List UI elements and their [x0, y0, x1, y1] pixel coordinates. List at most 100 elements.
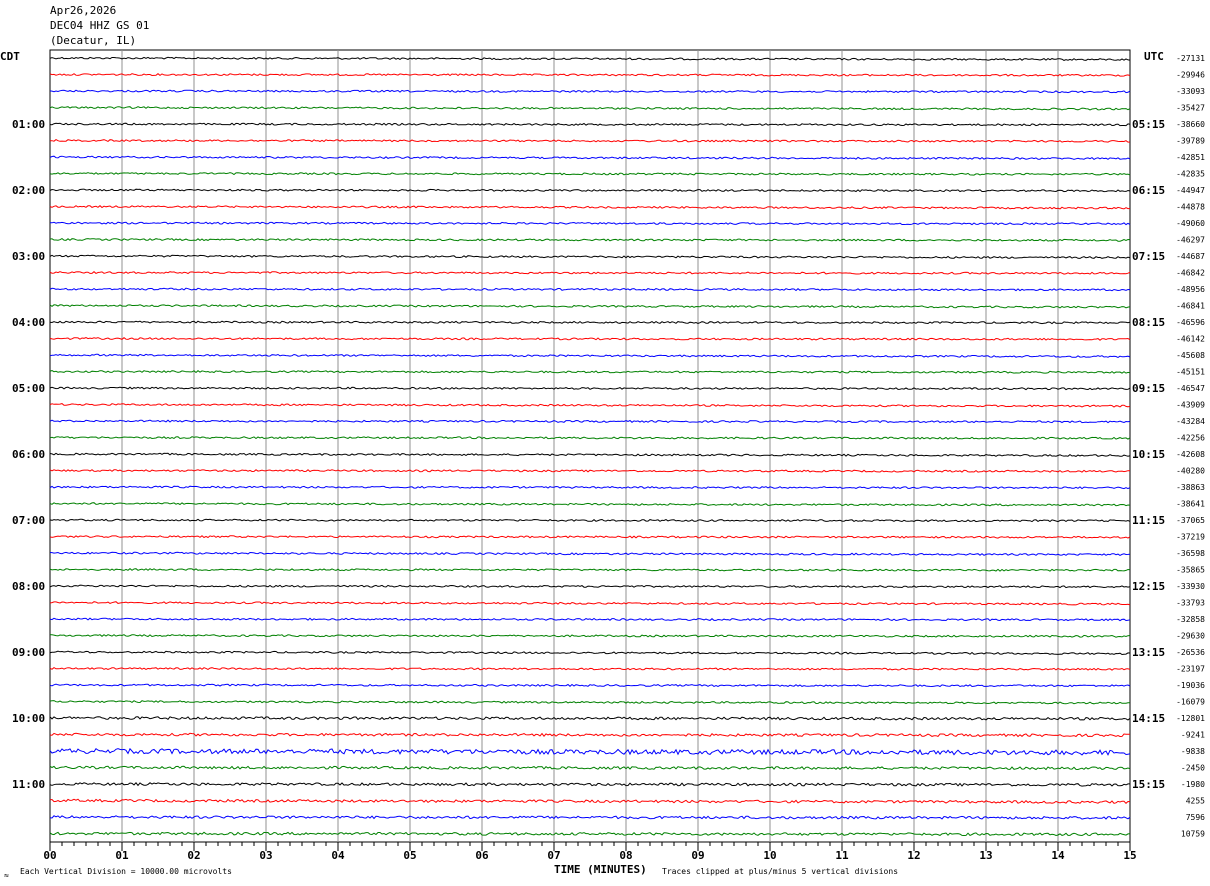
seismic-trace [49, 287, 1131, 292]
trace-offset-label: -16079 [1176, 698, 1205, 707]
seismic-trace [49, 732, 1130, 738]
trace-offset-label: 7596 [1186, 813, 1205, 822]
seismic-trace [49, 320, 1131, 325]
x-tick-label: 02 [187, 849, 200, 862]
seismic-trace [49, 666, 1131, 671]
seismic-trace [49, 386, 1131, 391]
seismic-trace [49, 601, 1131, 606]
seismic-trace [49, 205, 1130, 210]
trace-offset-label: 10759 [1181, 830, 1205, 839]
seismic-trace [49, 238, 1131, 242]
seismic-trace [49, 502, 1131, 507]
trace-offset-label: -37219 [1176, 533, 1205, 542]
seismic-trace [49, 419, 1131, 424]
trace-offset-label: -44687 [1176, 252, 1205, 261]
x-tick-label: 13 [979, 849, 992, 862]
utc-hour-label: 09:15 [1132, 382, 1165, 395]
seismic-trace [49, 747, 1131, 756]
seismic-trace [49, 106, 1131, 111]
trace-offset-label: -1980 [1181, 780, 1205, 789]
x-tick-label: 11 [835, 849, 849, 862]
seismic-trace [49, 304, 1131, 309]
seismic-trace [49, 782, 1130, 787]
trace-offset-label: -39789 [1176, 137, 1205, 146]
utc-hour-label: 08:15 [1132, 316, 1165, 329]
trace-offset-label: -33093 [1176, 87, 1205, 96]
utc-hour-label: 12:15 [1132, 580, 1165, 593]
seismic-trace [49, 700, 1131, 705]
trace-offset-label: -33930 [1176, 582, 1205, 591]
trace-offset-label: -32858 [1176, 615, 1205, 624]
utc-hour-label: 13:15 [1132, 646, 1165, 659]
trace-offset-label: -46596 [1176, 318, 1205, 327]
trace-offset-label: -46297 [1176, 236, 1205, 245]
x-axis-label: TIME (MINUTES) [554, 863, 647, 876]
trace-offset-label: -38641 [1176, 500, 1205, 509]
trace-offset-label: -46547 [1176, 384, 1205, 393]
trace-offset-label: -36598 [1176, 549, 1205, 558]
seismic-trace [49, 469, 1131, 473]
seismic-trace [49, 353, 1131, 358]
utc-hour-label: 15:15 [1132, 778, 1165, 791]
cdt-hour-label: 09:00 [12, 646, 45, 659]
trace-offset-label: -48956 [1176, 285, 1205, 294]
utc-hour-label: 10:15 [1132, 448, 1165, 461]
x-tick-label: 14 [1051, 849, 1065, 862]
seismic-trace [49, 172, 1131, 176]
trace-offset-label: -38863 [1176, 483, 1205, 492]
utc-hour-label: 14:15 [1132, 712, 1165, 725]
seismic-trace [49, 584, 1131, 589]
x-tick-label: 05 [403, 849, 416, 862]
cdt-hour-label: 11:00 [12, 778, 45, 791]
trace-offset-label: -43284 [1176, 417, 1205, 426]
cdt-hour-label: 05:00 [12, 382, 45, 395]
utc-hour-label: 07:15 [1132, 250, 1165, 263]
trace-offset-label: -23197 [1176, 665, 1205, 674]
trace-offset-label: -44878 [1176, 203, 1205, 212]
seismic-trace [49, 535, 1131, 539]
seismic-trace [49, 56, 1131, 61]
seismic-trace [49, 370, 1131, 374]
seismic-trace [49, 155, 1131, 161]
trace-offset-label: -33793 [1176, 599, 1205, 608]
cdt-hour-label: 03:00 [12, 250, 45, 263]
utc-hour-label: 05:15 [1132, 118, 1165, 131]
seismic-trace [49, 89, 1131, 94]
trace-offset-label: -42851 [1176, 153, 1205, 162]
trace-offset-label: -42608 [1176, 450, 1205, 459]
left-axis-label: CDT [0, 50, 20, 63]
cdt-hour-label: 02:00 [12, 184, 45, 197]
trace-offset-label: -35427 [1176, 104, 1205, 113]
seismic-trace [49, 337, 1131, 341]
right-axis-label: UTC [1144, 50, 1164, 63]
x-tick-label: 00 [43, 849, 56, 862]
trace-offset-label: -42835 [1176, 170, 1205, 179]
seismic-trace [49, 221, 1131, 226]
trace-offset-label: -46142 [1176, 335, 1205, 344]
x-tick-label: 15 [1123, 849, 1136, 862]
x-tick-label: 04 [331, 849, 345, 862]
clipping-note: Traces clipped at plus/minus 5 vertical … [662, 867, 899, 876]
trace-offset-label: -9838 [1181, 747, 1205, 756]
trace-offset-label: -26536 [1176, 648, 1205, 657]
seismic-trace [49, 403, 1131, 408]
trace-offset-label: -37065 [1176, 516, 1205, 525]
trace-offset-label: -42256 [1176, 434, 1205, 443]
seismic-trace [49, 815, 1131, 820]
x-tick-label: 08 [619, 849, 632, 862]
trace-offset-label: -35865 [1176, 566, 1205, 575]
cdt-hour-label: 01:00 [12, 118, 45, 131]
seismic-trace [49, 452, 1131, 457]
trace-offset-label: -9241 [1181, 731, 1205, 740]
x-tick-label: 03 [259, 849, 272, 862]
trace-offset-label: 4255 [1186, 797, 1205, 806]
trace-offset-label: -45151 [1176, 368, 1205, 377]
cdt-hour-label: 06:00 [12, 448, 45, 461]
seismic-trace [49, 139, 1131, 143]
x-tick-label: 12 [907, 849, 920, 862]
trace-offset-label: -12801 [1176, 714, 1205, 723]
seismic-trace [49, 271, 1131, 275]
trace-offset-label: -46842 [1176, 269, 1205, 278]
vertical-division-note: Each Vertical Division = 10000.00 microv… [20, 867, 232, 876]
trace-offset-label: -44947 [1176, 186, 1205, 195]
